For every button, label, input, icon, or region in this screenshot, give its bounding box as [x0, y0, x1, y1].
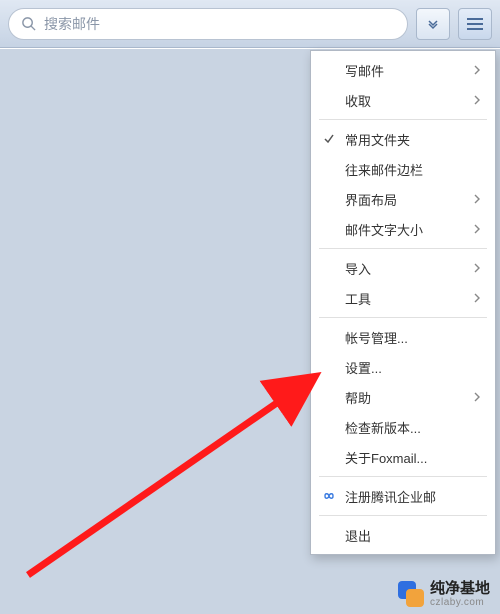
menu-item-label: 工具 — [345, 289, 467, 308]
main-menu-button[interactable] — [458, 8, 492, 40]
menu-item[interactable]: 往来邮件边栏 — [311, 154, 495, 184]
menu-item-label: 设置... — [345, 358, 467, 377]
menu-item-label: 关于Foxmail... — [345, 448, 467, 467]
search-input[interactable] — [44, 16, 395, 32]
menu-item-label: 界面布局 — [345, 190, 467, 209]
menu-item[interactable]: 界面布局 — [311, 184, 495, 214]
hamburger-icon — [467, 17, 483, 31]
chevron-right-icon — [473, 194, 487, 204]
menu-item[interactable]: 常用文件夹 — [311, 124, 495, 154]
menu-item[interactable]: 设置... — [311, 352, 495, 382]
infinity-icon — [319, 491, 339, 501]
menu-item[interactable]: 收取 — [311, 85, 495, 115]
menu-item[interactable]: 注册腾讯企业邮 — [311, 481, 495, 511]
menu-item-label: 退出 — [345, 526, 467, 545]
menu-item[interactable]: 检查新版本... — [311, 412, 495, 442]
menu-separator — [319, 119, 487, 120]
menu-separator — [319, 476, 487, 477]
toolbar — [0, 0, 500, 48]
watermark-logo — [398, 581, 424, 607]
menu-item[interactable]: 邮件文字大小 — [311, 214, 495, 244]
menu-separator — [319, 317, 487, 318]
chevron-right-icon — [473, 263, 487, 273]
watermark-main: 纯净基地 — [430, 581, 490, 598]
search-icon — [21, 16, 36, 31]
search-box[interactable] — [8, 8, 408, 40]
menu-item-label: 收取 — [345, 91, 467, 110]
chevron-down-icon — [427, 18, 439, 30]
menu-item[interactable]: 关于Foxmail... — [311, 442, 495, 472]
menu-item-label: 写邮件 — [345, 61, 467, 80]
watermark-sub: czlaby.com — [430, 597, 490, 608]
menu-item[interactable]: 写邮件 — [311, 55, 495, 85]
menu-item-label: 邮件文字大小 — [345, 220, 467, 239]
menu-item[interactable]: 帐号管理... — [311, 322, 495, 352]
menu-item-label: 帮助 — [345, 388, 467, 407]
chevron-right-icon — [473, 65, 487, 75]
menu-separator — [319, 248, 487, 249]
menu-item[interactable]: 工具 — [311, 283, 495, 313]
menu-item[interactable]: 导入 — [311, 253, 495, 283]
menu-item-label: 检查新版本... — [345, 418, 467, 437]
chevron-right-icon — [473, 224, 487, 234]
menu-item-label: 注册腾讯企业邮 — [345, 487, 467, 506]
context-menu: 写邮件收取常用文件夹往来邮件边栏界面布局邮件文字大小导入工具帐号管理... 设置.… — [310, 50, 496, 555]
check-icon — [319, 133, 339, 145]
menu-item[interactable]: 帮助 — [311, 382, 495, 412]
menu-item-label: 帐号管理... — [345, 328, 467, 347]
chevron-right-icon — [473, 293, 487, 303]
menu-item-label: 导入 — [345, 259, 467, 278]
menu-item[interactable]: 退出 — [311, 520, 495, 550]
watermark: 纯净基地 czlaby.com — [398, 581, 490, 609]
menu-item-label: 常用文件夹 — [345, 130, 467, 149]
menu-separator — [319, 515, 487, 516]
chevron-right-icon — [473, 95, 487, 105]
search-dropdown-button[interactable] — [416, 8, 450, 40]
menu-item-label: 往来邮件边栏 — [345, 160, 467, 179]
chevron-right-icon — [473, 392, 487, 402]
